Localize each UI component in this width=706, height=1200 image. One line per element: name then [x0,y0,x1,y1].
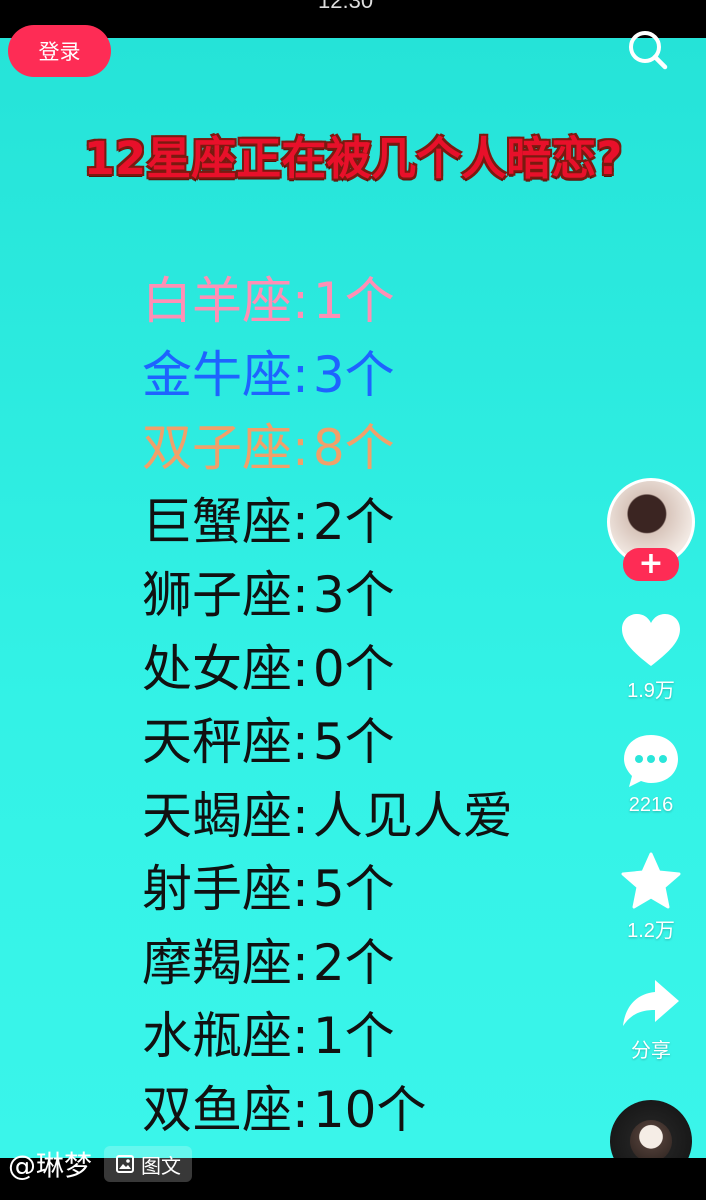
zodiac-separator: : [292,566,309,624]
favorite-button[interactable]: 1.2万 [606,852,696,943]
zodiac-count: 3个 [312,566,395,624]
zodiac-name: 天秤座 [142,713,292,771]
image-icon [116,1155,134,1173]
zodiac-name: 水瓶座 [142,1007,292,1065]
zodiac-row: 水瓶座:1个 [142,1001,582,1075]
zodiac-name: 处女座 [142,639,292,698]
zodiac-row: 射手座:5个 [142,854,582,928]
zodiac-separator: : [292,345,309,404]
zodiac-row: 天秤座:5个 [142,707,582,781]
heart-icon [622,614,680,666]
share-button[interactable]: 分享 [606,976,696,1063]
zodiac-count: 8个 [312,419,395,477]
zodiac-count: 2个 [312,933,395,992]
zodiac-separator: : [292,272,309,330]
zodiac-count: 3个 [312,345,395,404]
zodiac-row: 天蝎座:人见人爱 [142,781,582,855]
zodiac-count: 5个 [312,713,395,771]
star-icon [621,852,681,909]
zodiac-list: 白羊座:1个 金牛座:3个 双子座:8个 巨蟹座:2个 狮子座:3个 处女座:0个 天秤座:… [142,266,582,1148]
zodiac-row: 金牛座:3个 [142,340,582,414]
share-arrow-icon [623,980,679,1026]
zodiac-separator: : [292,713,309,771]
zodiac-name: 天蝎座 [142,786,292,845]
image-post-badge: 图文 [104,1146,192,1182]
zodiac-name: 狮子座 [142,566,292,624]
zodiac-name: 双子座 [142,419,292,477]
zodiac-count: 人见人爱 [312,786,513,845]
image-post-label: 图文 [141,1153,181,1178]
comment-button[interactable]: 2216 [606,732,696,817]
share-label: 分享 [631,1040,671,1062]
zodiac-row: 巨蟹座:2个 [142,487,582,561]
zodiac-name: 巨蟹座 [142,492,292,551]
zodiac-name: 金牛座 [142,345,292,404]
zodiac-row: 双子座:8个 [142,413,582,487]
zodiac-separator: : [292,860,309,918]
status-time: 12:30 [318,0,374,13]
zodiac-name: 射手座 [142,860,292,918]
zodiac-count: 1个 [312,1007,395,1065]
status-bar: 12:30 [0,0,706,38]
zodiac-separator: : [292,419,309,477]
zodiac-separator: : [292,1080,309,1139]
comment-count: 2216 [628,794,674,816]
zodiac-count: 2个 [312,492,395,551]
zodiac-name: 白羊座 [142,272,292,330]
zodiac-count: 1个 [312,272,395,330]
zodiac-count: 0个 [312,639,395,698]
comment-icon [624,735,678,787]
zodiac-separator: : [292,1007,309,1065]
zodiac-count: 5个 [312,860,395,918]
like-count: 1.9万 [627,680,675,702]
zodiac-row: 摩羯座:2个 [142,928,582,1002]
zodiac-row: 白羊座:1个 [142,266,582,340]
zodiac-count: 10个 [312,1080,427,1139]
music-cover [630,1120,672,1162]
author-name[interactable]: @琳梦 [8,1144,92,1184]
zodiac-separator: : [292,639,309,698]
post-title: 12星座正在被几个人暗恋? [83,132,623,185]
search-icon[interactable] [626,28,670,72]
zodiac-separator: : [292,933,309,992]
zodiac-row: 狮子座:3个 [142,560,582,634]
zodiac-separator: : [292,492,309,551]
zodiac-row: 双鱼座:10个 [142,1075,582,1149]
post-image: 12星座正在被几个人暗恋? 白羊座:1个 金牛座:3个 双子座:8个 巨蟹座:2个 狮子… [0,38,706,1158]
zodiac-row: 处女座:0个 [142,634,582,708]
zodiac-separator: : [292,786,309,845]
zodiac-name: 摩羯座 [142,933,292,992]
favorite-count: 1.2万 [627,920,675,942]
follow-button[interactable]: + [623,548,679,581]
login-button[interactable]: 登录 [8,25,111,77]
zodiac-name: 双鱼座 [142,1080,292,1139]
like-button[interactable]: 1.9万 [606,612,696,703]
